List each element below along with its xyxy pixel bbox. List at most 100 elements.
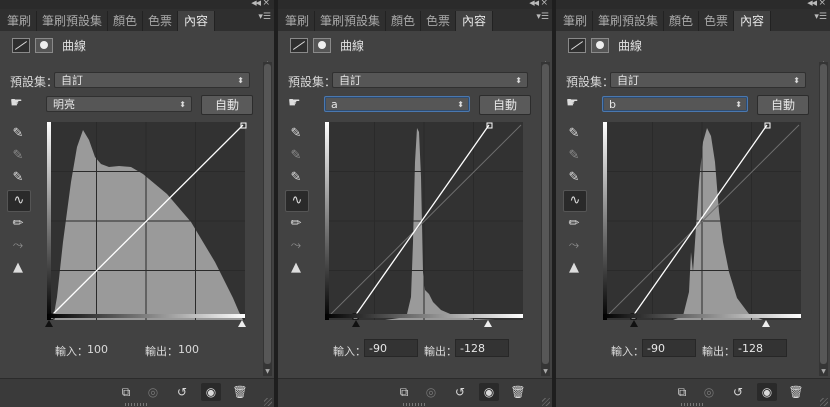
curve-point-icon[interactable]: ∿ — [563, 190, 587, 212]
hand-target-icon[interactable]: ☛ — [566, 95, 579, 111]
curve-point-icon[interactable]: ∿ — [7, 190, 31, 212]
tab-brush-presets[interactable]: 筆刷預設集 — [315, 11, 386, 31]
tab-brush[interactable]: 筆刷 — [558, 11, 593, 31]
tab-properties[interactable]: 內容 — [178, 11, 215, 31]
resize-grip[interactable] — [681, 403, 705, 406]
eyedropper-white-icon[interactable]: ✎ — [285, 168, 307, 188]
scroll-down-icon[interactable]: ▼ — [541, 368, 550, 375]
pencil-icon[interactable]: ✏ — [563, 214, 585, 234]
tab-swatches[interactable]: 色票 — [143, 11, 178, 31]
resize-grip[interactable] — [125, 403, 149, 406]
eyedropper-gray-icon[interactable]: ✎ — [563, 146, 585, 166]
channel-select[interactable]: b ⬍ — [602, 96, 748, 112]
close-icon[interactable]: × — [540, 0, 548, 8]
input-field[interactable]: -90 — [642, 339, 696, 357]
panel-menu-icon[interactable]: ▾☰ — [814, 12, 827, 22]
panel-menu-icon[interactable]: ▾☰ — [258, 12, 271, 22]
visibility-eye-icon[interactable]: ◉ — [479, 383, 499, 401]
pencil-icon[interactable]: ✏ — [285, 214, 307, 234]
curve-point-icon[interactable]: ∿ — [285, 190, 309, 212]
clip-warning-icon[interactable]: ▲ — [563, 258, 585, 278]
eyedropper-white-icon[interactable]: ✎ — [563, 168, 585, 188]
scroll-thumb[interactable] — [264, 64, 271, 364]
tab-color[interactable]: 顏色 — [108, 11, 143, 31]
white-point-slider[interactable] — [238, 320, 246, 327]
eyedropper-black-icon[interactable]: ✎ — [285, 124, 307, 144]
tab-brush-presets[interactable]: 筆刷預設集 — [37, 11, 108, 31]
scroll-thumb[interactable] — [820, 64, 827, 364]
curves-graph[interactable] — [47, 122, 247, 320]
view-previous-icon[interactable]: ◎ — [699, 383, 719, 401]
curves-adjustment-icon[interactable] — [12, 38, 30, 53]
white-point-slider[interactable] — [484, 320, 492, 327]
scrollbar[interactable] — [541, 62, 550, 376]
clip-to-layer-icon[interactable]: ⧉ — [394, 383, 414, 401]
tab-properties[interactable]: 內容 — [456, 11, 493, 31]
tab-properties[interactable]: 內容 — [734, 11, 771, 31]
scrollbar[interactable] — [819, 62, 828, 376]
output-field[interactable]: -128 — [455, 339, 509, 357]
mask-icon[interactable] — [35, 38, 53, 53]
reset-icon[interactable]: ↺ — [450, 383, 470, 401]
tab-color[interactable]: 顏色 — [386, 11, 421, 31]
collapse-icon[interactable]: ◀◀ — [251, 0, 261, 7]
tab-swatches[interactable]: 色票 — [421, 11, 456, 31]
mask-icon[interactable] — [591, 38, 609, 53]
eyedropper-gray-icon[interactable]: ✎ — [7, 146, 29, 166]
resize-grip[interactable] — [403, 403, 427, 406]
view-previous-icon[interactable]: ◎ — [143, 383, 163, 401]
tab-brush[interactable]: 筆刷 — [280, 11, 315, 31]
channel-select[interactable]: 明亮 ⬍ — [46, 96, 192, 112]
hand-target-icon[interactable]: ☛ — [288, 95, 301, 111]
collapse-icon[interactable]: ◀◀ — [807, 0, 817, 7]
tab-brush-presets[interactable]: 筆刷預設集 — [593, 11, 664, 31]
black-point-slider[interactable] — [630, 320, 638, 327]
clip-warning-icon[interactable]: ▲ — [285, 258, 307, 278]
close-icon[interactable]: × — [262, 0, 270, 8]
auto-button[interactable]: 自動 — [201, 95, 253, 115]
smooth-icon[interactable]: ⤳ — [285, 236, 307, 256]
mask-icon[interactable] — [313, 38, 331, 53]
reset-icon[interactable]: ↺ — [172, 383, 192, 401]
auto-button[interactable]: 自動 — [757, 95, 809, 115]
preset-select[interactable]: 自訂 ⬍ — [54, 72, 250, 88]
black-point-slider[interactable] — [45, 320, 53, 327]
tab-swatches[interactable]: 色票 — [699, 11, 734, 31]
view-previous-icon[interactable]: ◎ — [421, 383, 441, 401]
close-icon[interactable]: × — [818, 0, 826, 8]
channel-select[interactable]: a ⬍ — [324, 96, 470, 112]
collapse-icon[interactable]: ◀◀ — [529, 0, 539, 7]
output-field[interactable]: -128 — [733, 339, 787, 357]
trash-icon[interactable]: 🗑 — [230, 383, 250, 401]
tab-brush[interactable]: 筆刷 — [2, 11, 37, 31]
reset-icon[interactable]: ↺ — [728, 383, 748, 401]
preset-select[interactable]: 自訂 ⬍ — [610, 72, 806, 88]
clip-warning-icon[interactable]: ▲ — [7, 258, 29, 278]
curves-adjustment-icon[interactable] — [568, 38, 586, 53]
clip-to-layer-icon[interactable]: ⧉ — [672, 383, 692, 401]
smooth-icon[interactable]: ⤳ — [7, 236, 29, 256]
eyedropper-white-icon[interactable]: ✎ — [7, 168, 29, 188]
hand-target-icon[interactable]: ☛ — [10, 95, 23, 111]
tab-color[interactable]: 顏色 — [664, 11, 699, 31]
preset-select[interactable]: 自訂 ⬍ — [332, 72, 528, 88]
resize-corner[interactable] — [542, 398, 550, 406]
scrollbar[interactable] — [263, 62, 272, 376]
resize-corner[interactable] — [820, 398, 828, 406]
pencil-icon[interactable]: ✏ — [7, 214, 29, 234]
smooth-icon[interactable]: ⤳ — [563, 236, 585, 256]
eyedropper-gray-icon[interactable]: ✎ — [285, 146, 307, 166]
curves-graph[interactable] — [603, 122, 801, 320]
scroll-thumb[interactable] — [542, 64, 549, 364]
eyedropper-black-icon[interactable]: ✎ — [563, 124, 585, 144]
clip-to-layer-icon[interactable]: ⧉ — [116, 383, 136, 401]
scroll-down-icon[interactable]: ▼ — [263, 368, 272, 375]
scroll-down-icon[interactable]: ▼ — [819, 368, 828, 375]
black-point-slider[interactable] — [352, 320, 360, 327]
visibility-eye-icon[interactable]: ◉ — [757, 383, 777, 401]
white-point-slider[interactable] — [762, 320, 770, 327]
input-field[interactable]: -90 — [364, 339, 418, 357]
auto-button[interactable]: 自動 — [479, 95, 531, 115]
panel-menu-icon[interactable]: ▾☰ — [536, 12, 549, 22]
trash-icon[interactable]: 🗑 — [786, 383, 806, 401]
